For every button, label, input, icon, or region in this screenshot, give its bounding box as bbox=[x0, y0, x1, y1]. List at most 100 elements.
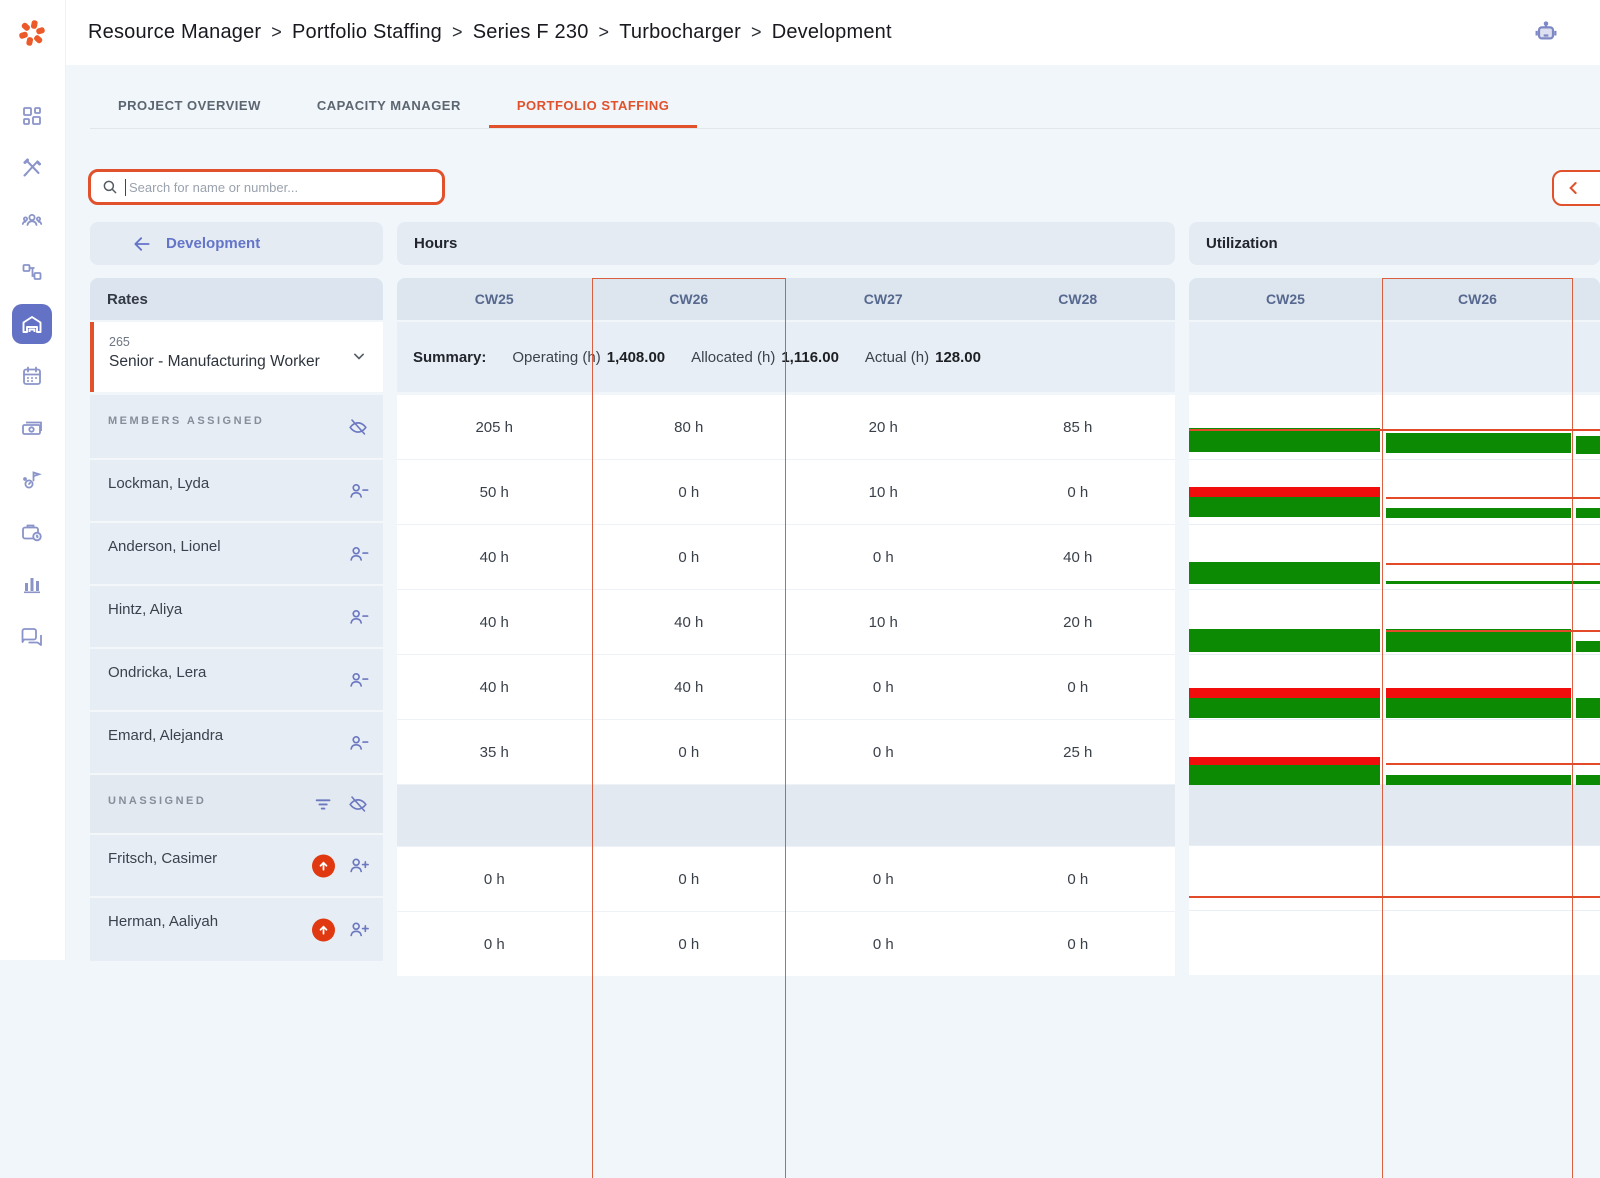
hours-cell[interactable]: 20 h bbox=[981, 590, 1176, 654]
hours-cell[interactable]: 0 h bbox=[397, 912, 592, 976]
actual-label: Actual (h) bbox=[865, 349, 929, 366]
tab-bar: PROJECT OVERVIEW CAPACITY MANAGER PORTFO… bbox=[90, 85, 1600, 129]
collapse-panel-button[interactable] bbox=[1552, 170, 1600, 206]
hours-cell[interactable]: 0 h bbox=[786, 720, 981, 784]
sidebar-item-warehouse-icon[interactable] bbox=[12, 304, 52, 344]
rate-row[interactable]: 265 Senior - Manufacturing Worker bbox=[90, 322, 383, 392]
sidebar-item-briefcase-clock-icon[interactable] bbox=[12, 512, 52, 552]
hours-cell[interactable]: 20 h bbox=[786, 395, 981, 459]
breadcrumb-item[interactable]: Development bbox=[772, 21, 892, 44]
hours-cell[interactable]: 205 h bbox=[397, 395, 592, 459]
hours-cell[interactable]: 35 h bbox=[397, 720, 592, 784]
hours-row: 50 h 0 h 10 h 0 h bbox=[397, 459, 1175, 524]
summary-label: Summary: bbox=[413, 349, 486, 366]
hours-cell[interactable]: 40 h bbox=[592, 590, 787, 654]
hours-cell[interactable]: 0 h bbox=[786, 847, 981, 911]
utilization-row bbox=[1189, 524, 1600, 589]
tab-project-overview[interactable]: PROJECT OVERVIEW bbox=[90, 85, 289, 128]
hours-panel-title: Hours bbox=[397, 222, 1175, 265]
hours-cell[interactable]: 0 h bbox=[981, 460, 1176, 524]
sidebar-item-dashboard-icon[interactable] bbox=[12, 96, 52, 136]
app-logo[interactable] bbox=[13, 14, 51, 52]
hours-cell[interactable]: 80 h bbox=[592, 395, 787, 459]
remove-member-icon[interactable] bbox=[347, 480, 369, 502]
member-row[interactable]: Fritsch, Casimer bbox=[90, 833, 383, 896]
add-member-icon[interactable] bbox=[347, 855, 369, 877]
hours-cell[interactable]: 0 h bbox=[981, 847, 1176, 911]
members-list: MEMBERS ASSIGNED Lockman, Lyda Anderson,… bbox=[90, 395, 383, 961]
utilization-column-headers: CW25 CW26 bbox=[1189, 278, 1600, 320]
hours-cell[interactable]: 0 h bbox=[981, 655, 1176, 719]
assistant-robot-icon[interactable] bbox=[1532, 18, 1560, 46]
chevron-left-icon bbox=[1564, 178, 1584, 198]
operating-value: 1,408.00 bbox=[607, 349, 665, 366]
tab-portfolio-staffing[interactable]: PORTFOLIO STAFFING bbox=[489, 85, 697, 128]
hours-row-total: 205 h 80 h 20 h 85 h bbox=[397, 395, 1175, 459]
hours-cell[interactable]: 40 h bbox=[981, 525, 1176, 589]
sidebar-item-team-icon[interactable] bbox=[12, 200, 52, 240]
hours-cell[interactable]: 0 h bbox=[592, 847, 787, 911]
breadcrumb-separator: > bbox=[452, 22, 463, 43]
hours-cell[interactable]: 40 h bbox=[397, 655, 592, 719]
breadcrumb-item[interactable]: Turbocharger bbox=[619, 21, 741, 44]
back-arrow-icon[interactable] bbox=[132, 234, 152, 254]
member-row[interactable]: Emard, Alejandra bbox=[90, 710, 383, 773]
members-panel-header: Development bbox=[90, 222, 383, 265]
member-row[interactable]: Anderson, Lionel bbox=[90, 521, 383, 584]
hours-cell[interactable]: 0 h bbox=[786, 655, 981, 719]
breadcrumb-item[interactable]: Resource Manager bbox=[88, 21, 261, 44]
hours-cell[interactable]: 50 h bbox=[397, 460, 592, 524]
sidebar-item-calendar-icon[interactable] bbox=[12, 356, 52, 396]
search-box[interactable] bbox=[88, 169, 445, 205]
hours-cell[interactable]: 0 h bbox=[397, 847, 592, 911]
chevron-down-icon[interactable] bbox=[349, 346, 369, 366]
hours-cell[interactable]: 0 h bbox=[592, 912, 787, 976]
hours-cell[interactable]: 0 h bbox=[786, 912, 981, 976]
hours-cell[interactable]: 0 h bbox=[786, 525, 981, 589]
member-name: Ondricka, Lera bbox=[108, 664, 206, 681]
utilization-row bbox=[1189, 589, 1600, 654]
remove-member-icon[interactable] bbox=[347, 543, 369, 565]
hours-cell[interactable]: 40 h bbox=[397, 590, 592, 654]
breadcrumb-item[interactable]: Portfolio Staffing bbox=[292, 21, 442, 44]
member-row[interactable]: Ondricka, Lera bbox=[90, 647, 383, 710]
sidebar-item-bar-chart-icon[interactable] bbox=[12, 564, 52, 604]
member-row[interactable]: Lockman, Lyda bbox=[90, 458, 383, 521]
remove-member-icon[interactable] bbox=[347, 669, 369, 691]
hide-assigned-icon[interactable] bbox=[347, 416, 369, 438]
sidebar-item-chat-icon[interactable] bbox=[12, 616, 52, 656]
hours-cell[interactable]: 0 h bbox=[592, 525, 787, 589]
remove-member-icon[interactable] bbox=[347, 732, 369, 754]
hours-unassigned-spacer bbox=[397, 784, 1175, 846]
allocated-label: Allocated (h) bbox=[691, 349, 775, 366]
sidebar-item-cash-icon[interactable] bbox=[12, 408, 52, 448]
hours-cell[interactable]: 85 h bbox=[981, 395, 1176, 459]
top-bar: Resource Manager > Portfolio Staffing > … bbox=[0, 0, 1600, 65]
breadcrumb-item[interactable]: Series F 230 bbox=[473, 21, 589, 44]
hide-unassigned-icon[interactable] bbox=[347, 793, 369, 815]
utilization-grid bbox=[1189, 395, 1600, 975]
add-member-icon[interactable] bbox=[347, 919, 369, 941]
hours-cell[interactable]: 0 h bbox=[592, 720, 787, 784]
hours-cell[interactable]: 25 h bbox=[981, 720, 1176, 784]
sidebar-item-tools-icon[interactable] bbox=[12, 148, 52, 188]
rates-header-row: Rates bbox=[90, 278, 383, 320]
tab-capacity-manager[interactable]: CAPACITY MANAGER bbox=[289, 85, 489, 128]
group-title[interactable]: Development bbox=[166, 235, 260, 252]
search-input[interactable] bbox=[127, 179, 432, 196]
hours-cell[interactable]: 40 h bbox=[592, 655, 787, 719]
unassigned-header-row: UNASSIGNED bbox=[90, 773, 383, 833]
member-name: Lockman, Lyda bbox=[108, 475, 209, 492]
hours-cell[interactable]: 10 h bbox=[786, 590, 981, 654]
hours-cell[interactable]: 10 h bbox=[786, 460, 981, 524]
member-row[interactable]: Hintz, Aliya bbox=[90, 584, 383, 647]
sidebar-item-hierarchy-icon[interactable] bbox=[12, 252, 52, 292]
sidebar-item-milestone-icon[interactable] bbox=[12, 460, 52, 500]
filter-icon[interactable] bbox=[313, 793, 335, 815]
hours-cell[interactable]: 40 h bbox=[397, 525, 592, 589]
hours-cell[interactable]: 0 h bbox=[592, 460, 787, 524]
remove-member-icon[interactable] bbox=[347, 606, 369, 628]
hours-cell[interactable]: 0 h bbox=[981, 912, 1176, 976]
column-header-cw26: CW26 bbox=[592, 278, 787, 320]
member-row[interactable]: Herman, Aaliyah bbox=[90, 896, 383, 961]
